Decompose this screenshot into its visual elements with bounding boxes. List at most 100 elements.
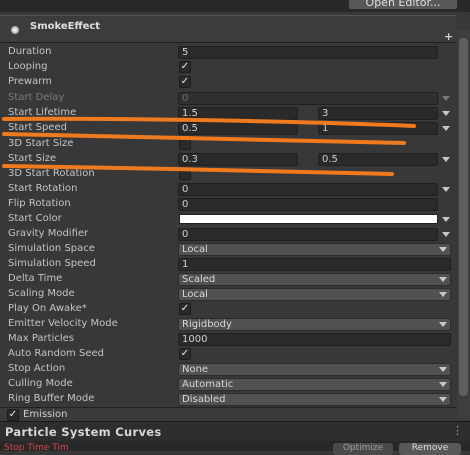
chevron-down-icon xyxy=(439,382,447,387)
row-start-color: Start Color xyxy=(0,212,456,227)
chevron-down-icon xyxy=(439,367,447,372)
row-gravity-modifier: Gravity Modifier 0 xyxy=(0,227,456,242)
start-rotation-mode-icon[interactable] xyxy=(442,187,450,192)
duration-field[interactable]: 5 xyxy=(178,46,438,59)
looping-checkbox[interactable]: ✓ xyxy=(179,61,191,73)
row-prewarm: Prewarm ✓ xyxy=(0,75,456,90)
start-color-mode-icon[interactable] xyxy=(442,217,450,222)
start-color-swatch[interactable] xyxy=(179,214,438,224)
culling-mode-dropdown[interactable]: Automatic xyxy=(178,378,451,391)
remove-button[interactable]: Remove xyxy=(399,443,461,455)
emitter-velocity-mode-dropdown[interactable]: Rigidbody xyxy=(178,318,451,331)
auto-random-seed-checkbox[interactable]: ✓ xyxy=(179,348,191,360)
start-rotation-field[interactable]: 0 xyxy=(178,183,438,196)
more-options-icon[interactable]: ⋮ xyxy=(452,424,463,437)
row-simulation-speed: Simulation Speed 1 xyxy=(0,257,456,272)
prewarm-label: Prewarm xyxy=(8,76,52,87)
3d-start-rotation-label: 3D Start Rotation xyxy=(8,168,95,179)
start-delay-label: Start Delay xyxy=(8,92,65,103)
auto-random-seed-label: Auto Random Seed xyxy=(8,348,104,359)
add-module-icon[interactable]: + xyxy=(444,30,453,43)
particle-curves-title: Particle System Curves xyxy=(5,425,162,439)
stop-action-label: Stop Action xyxy=(8,363,66,374)
scaling-mode-label: Scaling Mode xyxy=(8,288,75,299)
max-particles-field[interactable]: 1000 xyxy=(178,333,451,346)
gravity-modifier-field[interactable]: 0 xyxy=(178,228,438,241)
start-speed-mode-icon[interactable] xyxy=(442,126,450,131)
checkmark-icon: ✓ xyxy=(180,76,190,87)
row-play-on-awake: Play On Awake* ✓ xyxy=(0,302,456,317)
ring-buffer-mode-value: Disabled xyxy=(182,394,226,405)
max-particles-label: Max Particles xyxy=(8,333,75,344)
scaling-mode-dropdown[interactable]: Local xyxy=(178,288,451,301)
start-size-min-field[interactable]: 0.3 xyxy=(178,153,298,166)
chevron-down-icon xyxy=(439,247,447,252)
emitter-velocity-mode-label: Emitter Velocity Mode xyxy=(8,318,118,329)
row-3d-start-size: 3D Start Size xyxy=(0,137,456,152)
start-speed-max-field[interactable]: 1 xyxy=(318,122,438,135)
gravity-modifier-mode-icon[interactable] xyxy=(442,232,450,237)
module-title: SmokeEffect xyxy=(30,21,101,32)
optimize-button[interactable]: Optimize xyxy=(333,443,393,455)
simulation-speed-field[interactable]: 1 xyxy=(178,258,451,271)
start-size-max-field[interactable]: 0.5 xyxy=(318,153,438,166)
scaling-mode-value: Local xyxy=(182,289,208,300)
row-delta-time: Delta Time Scaled xyxy=(0,272,456,287)
play-on-awake-checkbox[interactable]: ✓ xyxy=(179,303,191,315)
duration-label: Duration xyxy=(8,46,52,57)
stop-action-dropdown[interactable]: None xyxy=(178,363,451,376)
culling-mode-label: Culling Mode xyxy=(8,378,73,389)
row-culling-mode: Culling Mode Automatic xyxy=(0,377,456,392)
flip-rotation-field[interactable]: 0 xyxy=(178,198,438,211)
chevron-down-icon xyxy=(439,322,447,327)
row-simulation-space: Simulation Space Local xyxy=(0,242,456,257)
row-duration: Duration 5 xyxy=(0,45,456,60)
simulation-space-value: Local xyxy=(182,244,208,255)
row-start-size: Start Size 0.3 0.5 xyxy=(0,152,456,167)
start-speed-label: Start Speed xyxy=(8,122,67,133)
3d-start-size-checkbox[interactable] xyxy=(179,138,191,150)
ring-buffer-mode-label: Ring Buffer Mode xyxy=(8,393,95,404)
play-on-awake-label: Play On Awake* xyxy=(8,303,87,314)
row-max-particles: Max Particles 1000 xyxy=(0,332,456,347)
start-lifetime-min-field[interactable]: 1.5 xyxy=(178,107,298,120)
row-start-delay: Start Delay 0 xyxy=(0,91,456,106)
delta-time-dropdown[interactable]: Scaled xyxy=(178,273,451,286)
culling-mode-value: Automatic xyxy=(182,379,234,390)
simulation-space-dropdown[interactable]: Local xyxy=(178,243,451,256)
stop-action-value: None xyxy=(182,364,209,375)
checkmark-icon: ✓ xyxy=(180,61,190,72)
start-lifetime-max-field[interactable]: 3 xyxy=(318,107,438,120)
emission-label: Emission xyxy=(23,409,68,420)
start-speed-min-field[interactable]: 0.5 xyxy=(178,122,298,135)
row-ring-buffer-mode: Ring Buffer Mode Disabled xyxy=(0,392,456,407)
chevron-down-icon xyxy=(439,397,447,402)
start-delay-field: 0 xyxy=(178,92,438,105)
start-size-mode-icon[interactable] xyxy=(442,157,450,162)
open-editor-button[interactable]: Open Editor... xyxy=(348,0,458,10)
start-lifetime-label: Start Lifetime xyxy=(8,107,77,118)
ring-buffer-mode-dropdown[interactable]: Disabled xyxy=(178,393,451,406)
row-scaling-mode: Scaling Mode Local xyxy=(0,287,456,302)
row-start-speed: Start Speed 0.5 1 xyxy=(0,121,456,136)
simulation-space-label: Simulation Space xyxy=(8,243,95,254)
main-module-header[interactable]: SmokeEffect + xyxy=(0,15,456,43)
checkmark-icon: ✓ xyxy=(180,303,190,314)
prewarm-checkbox[interactable]: ✓ xyxy=(179,76,191,88)
delta-time-label: Delta Time xyxy=(8,273,63,284)
inspector-scrollbar[interactable] xyxy=(457,30,470,420)
start-lifetime-mode-icon[interactable] xyxy=(442,111,450,116)
checkmark-icon: ✓ xyxy=(180,348,190,359)
start-rotation-label: Start Rotation xyxy=(8,183,78,194)
row-emitter-velocity-mode: Emitter Velocity Mode Rigidbody xyxy=(0,317,456,332)
chevron-down-icon xyxy=(439,277,447,282)
particle-curves-header[interactable]: Particle System Curves ⋮ xyxy=(0,421,470,441)
row-start-lifetime: Start Lifetime 1.5 3 xyxy=(0,106,456,121)
curves-footer: Stop Time Tim Optimize Remove xyxy=(0,441,470,455)
particle-system-icon xyxy=(11,26,19,34)
3d-start-rotation-checkbox[interactable] xyxy=(179,168,191,180)
stop-time-text: Stop Time Tim xyxy=(4,443,69,453)
scrollbar-thumb[interactable] xyxy=(459,38,468,396)
emission-checkbox[interactable]: ✓ xyxy=(7,409,19,421)
emission-module-header[interactable]: ✓ Emission xyxy=(0,407,456,421)
